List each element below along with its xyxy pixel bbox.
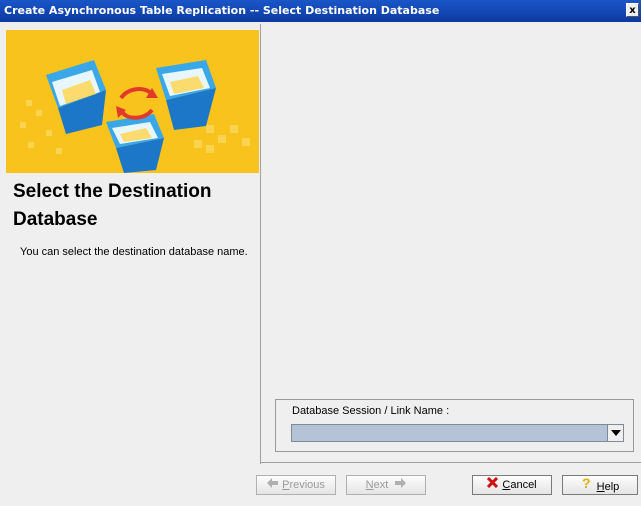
button-bar-divider (260, 462, 641, 463)
help-button[interactable]: ? Help (562, 475, 638, 495)
wizard-banner-image (6, 30, 259, 173)
window-titlebar: Create Asynchronous Table Replication --… (0, 0, 641, 22)
svg-text:?: ? (582, 476, 591, 490)
cancel-button[interactable]: Cancel (472, 475, 552, 495)
wizard-content-panel (262, 30, 637, 462)
arrow-right-icon (395, 476, 407, 494)
window-title: Create Asynchronous Table Replication --… (4, 4, 440, 17)
database-session-label: Database Session / Link Name : (292, 405, 450, 417)
cancel-label-rest: ancel (510, 479, 537, 491)
close-icon[interactable]: x (626, 3, 639, 17)
help-mnemonic: H (596, 481, 605, 493)
next-mnemonic: N (365, 479, 374, 491)
arrow-left-icon (267, 476, 279, 494)
help-label-rest: elp (604, 481, 620, 493)
chevron-down-icon[interactable] (607, 425, 623, 441)
database-cubes-illustration (6, 30, 259, 173)
step-title: Select the Destination Database (13, 181, 212, 230)
previous-label-rest: revious (289, 479, 325, 491)
next-label-rest: ext (373, 479, 389, 491)
step-description: You can select the destination database … (20, 246, 248, 258)
previous-button[interactable]: Previous (256, 475, 336, 495)
red-x-icon (487, 476, 499, 494)
question-mark-icon: ? (581, 475, 593, 496)
next-button[interactable]: Next (346, 475, 426, 495)
database-session-combobox[interactable] (291, 424, 624, 442)
